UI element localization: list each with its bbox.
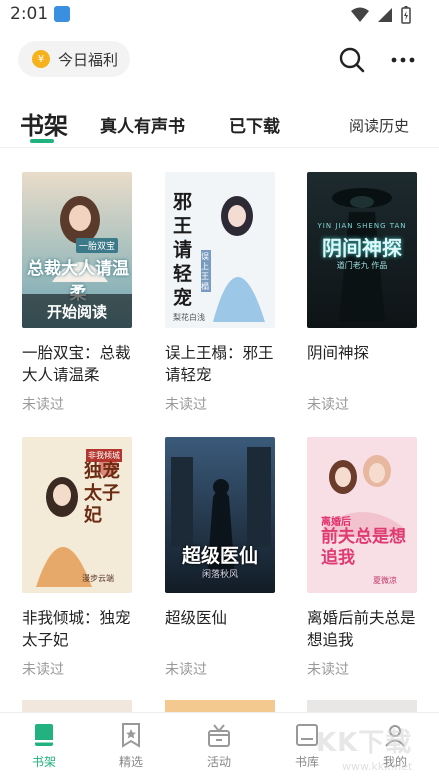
tab-audiobooks[interactable]: 真人有声书 — [100, 112, 185, 137]
cover-author: 夏微凉 — [373, 576, 397, 585]
status-bar: 2:01 — [0, 0, 439, 30]
battery-icon — [401, 6, 411, 24]
read-status: 未读过 — [307, 397, 349, 413]
read-status: 未读过 — [22, 397, 64, 413]
cover-author: 梨花白浅 — [173, 313, 205, 322]
cover-badge: 离婚后 — [321, 517, 351, 528]
cover-author: 闲落秋风 — [201, 570, 238, 580]
status-time: 2:01 — [10, 4, 49, 24]
next-row-covers — [0, 700, 439, 712]
book-cover[interactable]: YIN JIAN SHENG TAN 阴间神探 道门老九 作品 — [307, 172, 417, 328]
nav-activity[interactable]: 活动 — [189, 721, 249, 770]
book-cover[interactable]: 总裁大人请温柔 一胎双宝 开始阅读 — [22, 172, 132, 328]
cover-badge: 一胎双宝 — [76, 238, 119, 253]
more-options-icon[interactable] — [390, 50, 416, 70]
book-cover[interactable]: 邪王请轻宠 误上王榻 梨花白浅 — [165, 172, 275, 328]
bookshelf-icon — [35, 724, 53, 746]
nav-bookshelf-label: 书架 — [31, 755, 56, 769]
search-icon[interactable] — [338, 46, 366, 74]
nav-activity-label: 活动 — [206, 755, 231, 769]
status-icons — [351, 6, 411, 24]
book-title: 超级医仙 — [165, 609, 228, 627]
notification-app-icon — [54, 6, 70, 22]
cover-title: 独宠太子妃 — [84, 461, 120, 526]
top-bar: ¥ 今日福利 — [0, 30, 439, 90]
cover-author: 漫步云端 — [82, 574, 114, 583]
watermark: KK下载 www.kkx.net — [316, 722, 436, 778]
watermark-text: KK下载 — [316, 728, 413, 758]
book-cover-partial[interactable] — [165, 700, 275, 712]
tab-bookshelf[interactable]: 书架 — [20, 106, 68, 141]
cover-title: 前夫总是想追我 — [321, 527, 406, 568]
book-cover[interactable]: 非我倾城 独宠太子妃 漫步云端 — [22, 437, 132, 593]
cover-badge: 误上王榻 — [201, 252, 209, 291]
cover-title: 阴间神探 — [322, 236, 402, 260]
watermark-url: www.kkx.net — [342, 760, 413, 773]
book-cover-partial[interactable] — [22, 700, 132, 712]
book-title: 误上王榻：邪王请轻宠 — [165, 344, 274, 384]
book-title: 离婚后前夫总是想追我 — [307, 609, 416, 649]
book-title: 阴间神探 — [307, 344, 370, 362]
read-status: 未读过 — [307, 662, 349, 678]
book-cover-partial[interactable] — [307, 700, 417, 712]
nav-featured[interactable]: 精选 — [101, 721, 161, 770]
coin-icon: ¥ — [32, 50, 50, 68]
read-status: 未读过 — [22, 662, 64, 678]
shelf-tabs: 书架 真人有声书 已下载 阅读历史 — [0, 98, 439, 148]
cover-title: 超级医仙 — [181, 545, 258, 567]
active-tab-indicator — [30, 139, 54, 143]
read-status: 未读过 — [165, 397, 207, 413]
reading-history-link[interactable]: 阅读历史 — [349, 115, 409, 136]
book-cover[interactable]: 超级医仙 闲落秋风 — [165, 437, 275, 593]
start-reading-button[interactable]: 开始阅读 — [22, 294, 132, 328]
book-title: 一胎双宝：总裁大人请温柔 — [22, 344, 131, 384]
daily-welfare-button[interactable]: ¥ 今日福利 — [18, 41, 130, 77]
signal-icon — [378, 8, 392, 22]
daily-welfare-label: 今日福利 — [58, 50, 119, 69]
nav-featured-label: 精选 — [118, 755, 143, 769]
read-status: 未读过 — [165, 662, 207, 678]
nav-bookshelf[interactable]: 书架 — [14, 721, 74, 770]
book-title: 非我倾城：独宠太子妃 — [22, 609, 131, 649]
gift-icon — [208, 724, 230, 747]
wifi-icon — [351, 7, 369, 22]
cover-author: 道门老九 作品 — [336, 261, 388, 270]
tab-downloaded[interactable]: 已下载 — [229, 112, 280, 137]
cover-title: 邪王请轻宠 — [173, 191, 193, 309]
book-cover[interactable]: 离婚后 前夫总是想追我 夏微凉 — [307, 437, 417, 593]
featured-icon — [122, 723, 140, 748]
cover-pinyin: YIN JIAN SHENG TAN — [317, 222, 407, 230]
